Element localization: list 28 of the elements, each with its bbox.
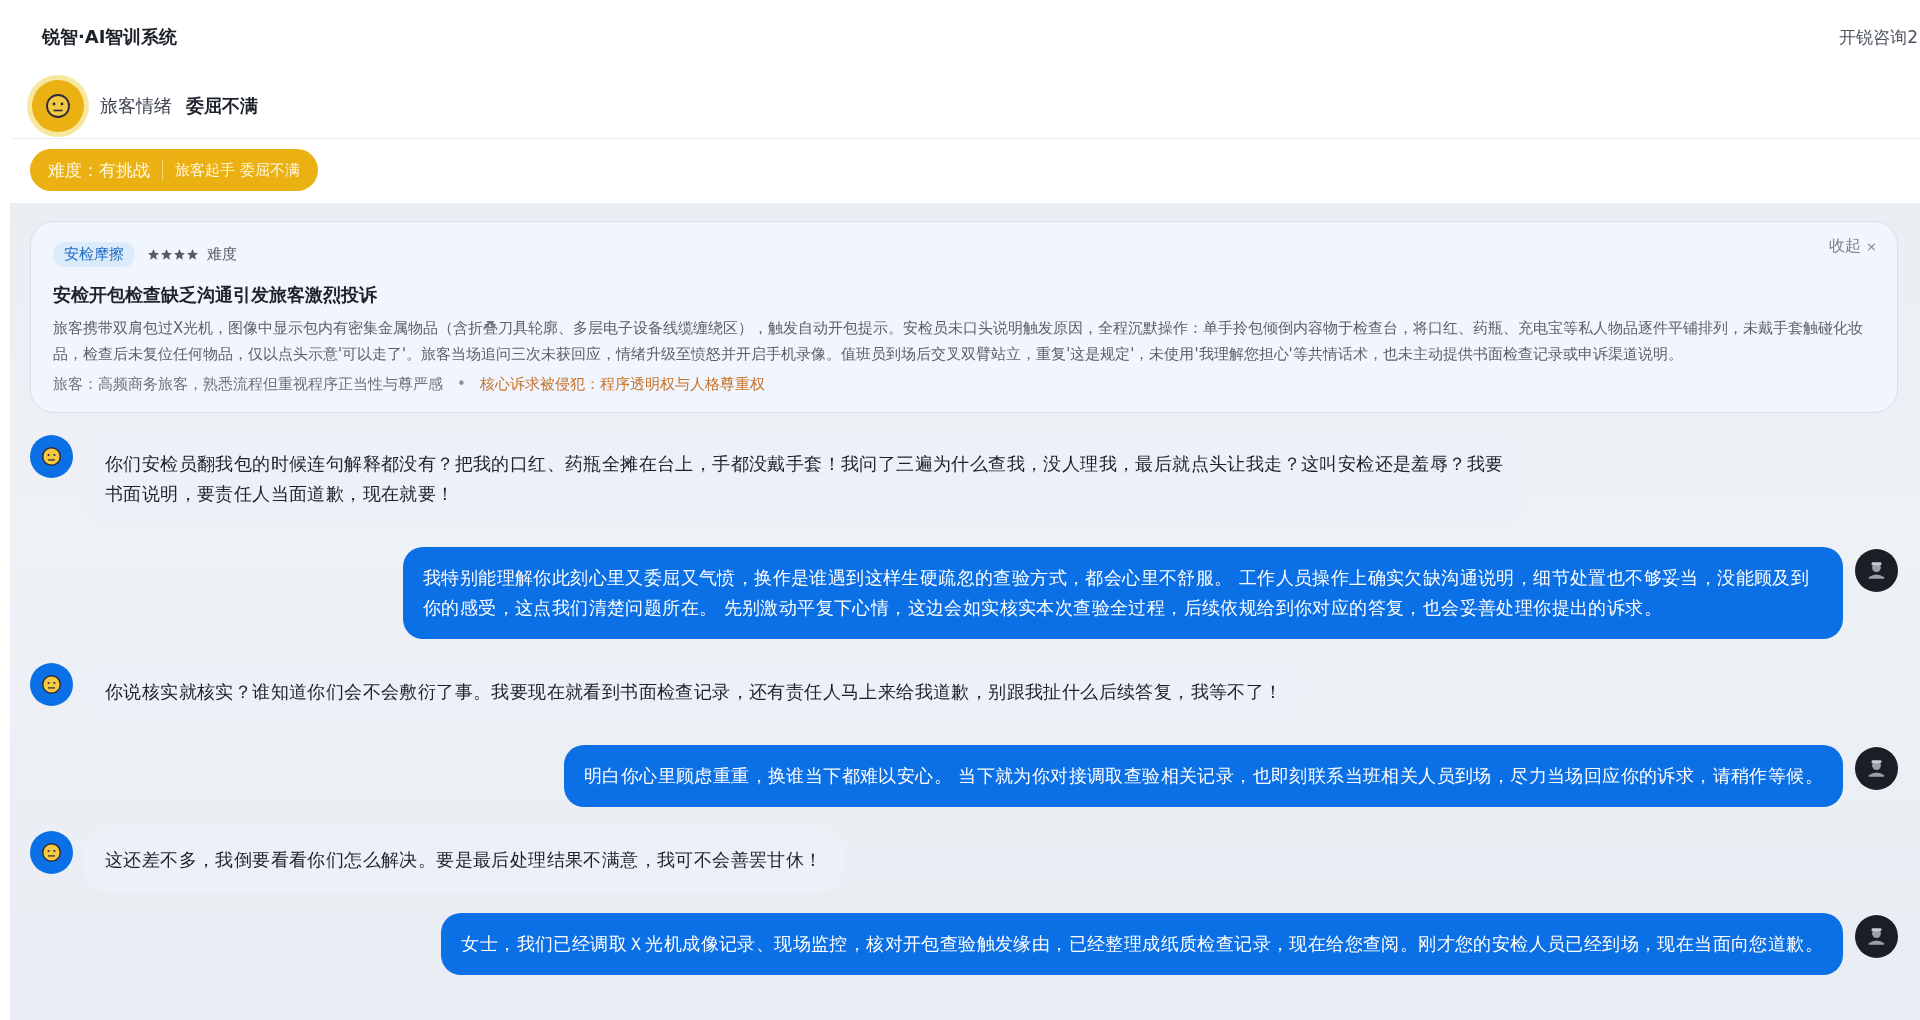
- difficulty-text: 难度: [207, 245, 237, 264]
- person-avatar: [1855, 747, 1898, 790]
- collapse-button[interactable]: 收起 ×: [1829, 236, 1877, 257]
- difficulty-label: 难度：有挑战: [48, 158, 150, 182]
- person-avatar: [1855, 915, 1898, 958]
- app-title: 锐智·AI智训系统: [42, 25, 178, 49]
- star-icon: [160, 248, 173, 261]
- persona-text: 旅客：高频商务旅客，熟悉流程但重视程序正当性与尊严感: [53, 375, 443, 394]
- person-avatar: [1855, 549, 1898, 592]
- difficulty-detail: 旅客起手 委屈不满: [175, 160, 300, 180]
- neutral-face-avatar: [30, 663, 73, 706]
- star-icon: [186, 248, 199, 261]
- emotion-label: 旅客情绪: [100, 94, 172, 118]
- star-icon: [173, 248, 186, 261]
- emotion-value: 委屈不满: [186, 94, 258, 118]
- staff-message: 女士，我们已经调取Ｘ光机成像记录、现场监控，核对开包查验触发缘由，已经整理成纸质检查记录，现在给您查阅。刚才您的安检人员已经到场，现在当面向您道歉。: [441, 913, 1843, 975]
- staff-message: 明白你心里顾虑重重，换谁当下都难以安心。 当下就为你对接调取查验相关记录，也即刻联系当班相关人员到场，尽力当场回应你的诉求，请稍作等候。: [564, 745, 1843, 807]
- scenario-title: 安检开包检查缺乏沟通引发旅客激烈投诉: [53, 283, 378, 307]
- staff-message: 我特别能理解你此刻心里又委屈又气愤，换作是谁遇到这样生硬疏忽的查验方式，都会心里不舒服。 工作人员操作上确实欠缺沟通说明，细节处置也不够妥当，没能顾及到你的感受，这点我们清楚问题所在。 先别激动平复下心情，这边会如实核实本次查验全过程，后续依规给到你对应的答复，也会妥善处理你提出的诉求。: [403, 547, 1843, 639]
- scenario-description: 旅客携带双肩包过X光机，图像中显示包内有密集金属物品（含折叠刀具轮廓、多层电子设备线缆缠绕区），触发自动开包提示。安检员未口头说明触发原因，全程沉默操作：单手拎包倾倒内容物于检查台，将口红、药瓶、充电宝等私人物品逐件平铺排列，未戴手套触碰化妆品，检查后未复位任何物品，仅以点头示意'可以走了'。旅客当场追问三次未获回应，情绪升级至愤怒并开启手机录像。值班员到场后交叉双臂站立，重复'这是规定'，未使用'我理解您担心'等共情话术，也未主动提供书面检查记录或申诉渠道说明。: [53, 318, 1865, 365]
- separator-dot: •: [457, 375, 466, 394]
- category-tag: 安检摩擦: [53, 242, 135, 267]
- star-icon: [147, 248, 160, 261]
- neutral-face-avatar: [30, 435, 73, 478]
- core-need-text: 核心诉求被侵犯：程序透明权与人格尊重权: [479, 375, 765, 394]
- neutral-face-avatar: [30, 831, 73, 874]
- neutral-face-icon: [26, 74, 90, 138]
- user-name[interactable]: 开锐咨询2: [1839, 25, 1918, 49]
